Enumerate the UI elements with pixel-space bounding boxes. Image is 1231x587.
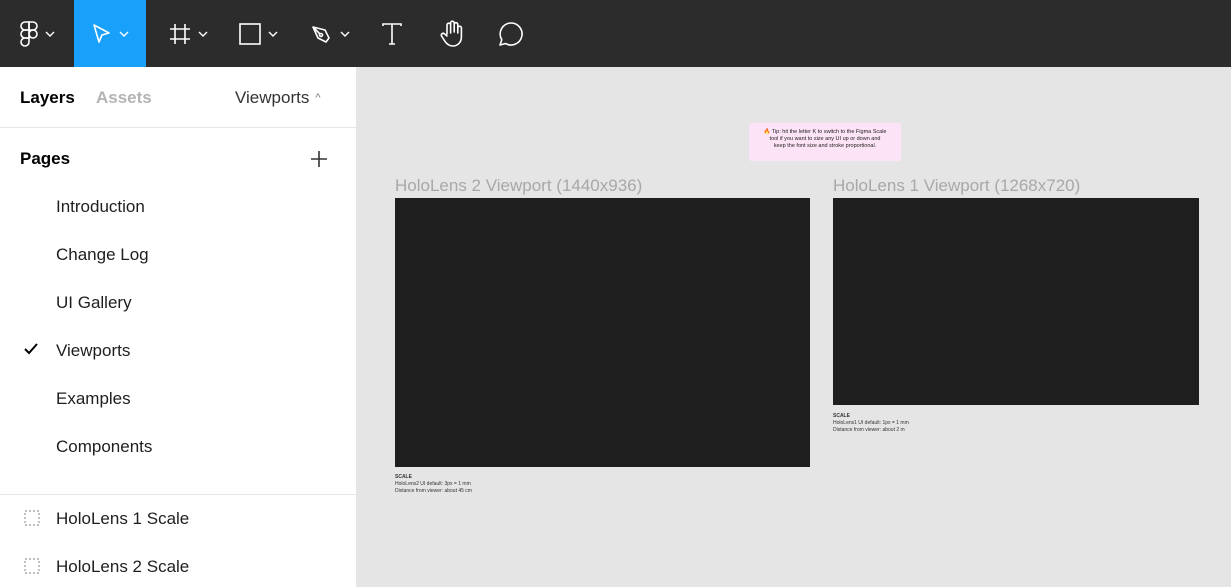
frame-title-hololens-2[interactable]: HoloLens 2 Viewport (1440x936) [395,176,642,196]
sidebar-tabs: Layers Assets Viewports ^ [0,67,356,128]
tip-sticky-note[interactable]: 🔥 Tip: hit the letter K to switch to the… [749,123,901,161]
move-tool-button[interactable] [74,0,146,67]
page-item-label: Introduction [56,197,145,216]
page-item-examples[interactable]: Examples [0,379,356,419]
tip-text-line: 🔥 Tip: hit the letter K to switch to the… [763,129,887,135]
tab-layers[interactable]: Layers [20,88,75,108]
layer-item-hololens-1-scale[interactable]: HoloLens 1 Scale [0,499,356,539]
tip-text-line: keep the font size and stroke proportion… [773,143,877,149]
add-page-button[interactable] [306,146,332,172]
page-item-components[interactable]: Components [0,427,356,467]
scale-heading: SCALE [833,413,850,419]
page-item-change-log[interactable]: Change Log [0,235,356,275]
frame-title-hololens-1[interactable]: HoloLens 1 Viewport (1268x720) [833,176,1080,196]
checkmark-icon [24,343,38,355]
chevron-down-icon [268,31,278,37]
hash-frame-icon [170,23,190,44]
pages-heading: Pages [20,149,71,168]
chevron-down-icon [45,31,55,37]
page-item-label: UI Gallery [56,293,132,312]
page-item-viewports[interactable]: Viewports [0,331,356,371]
plus-icon [311,151,327,167]
frame-tool-button[interactable] [158,0,218,67]
frame-hololens-1-viewport[interactable] [833,198,1199,405]
scale-line: HoloLens1 UI default: 1px = 1 mm [833,420,909,426]
comment-tool-button[interactable] [490,0,532,67]
chevron-down-icon [198,31,208,37]
figma-logo-icon [20,20,38,47]
scale-line: Distance from viewer: about 2 m [833,427,905,433]
scale-note-hololens-2: SCALE HoloLens2 UI default: 3px = 1 mm D… [395,474,472,495]
dashed-frame-icon [24,558,40,574]
toolbar [0,0,1231,67]
layer-item-label: HoloLens 2 Scale [56,557,190,576]
speech-bubble-icon [499,21,523,46]
page-item-label: Change Log [56,245,149,264]
scale-line: Distance from viewer: about 45 cm [395,488,472,494]
layer-item-hololens-2-scale[interactable]: HoloLens 2 Scale [0,547,356,587]
page-item-introduction[interactable]: Introduction [0,187,356,227]
text-tool-button[interactable] [372,0,412,67]
dashed-frame-icon [24,510,40,526]
page-item-label: Viewports [56,341,131,360]
pen-tool-button[interactable] [300,0,360,67]
chevron-down-icon [340,31,350,37]
main-menu-button[interactable] [0,0,74,67]
scale-line: HoloLens2 UI default: 3px = 1 mm [395,481,471,487]
hand-tool-button[interactable] [430,0,474,67]
chevron-up-icon: ^ [315,92,321,104]
pen-icon [312,25,330,43]
rectangle-icon [239,22,261,45]
frame-hololens-2-viewport[interactable] [395,198,810,467]
page-item-label: Components [56,437,153,456]
shape-tool-button[interactable] [228,0,288,67]
sidebar-divider [0,494,356,495]
layer-item-label: HoloLens 1 Scale [56,509,190,528]
hand-icon [440,19,463,47]
text-t-icon [382,22,402,45]
tip-text-line: tool if you want to size any UI up or do… [769,136,881,142]
left-sidebar: Layers Assets Viewports ^ Pages Introduct… [0,67,357,587]
design-canvas[interactable]: 🔥 Tip: hit the letter K to switch to the… [358,67,1231,587]
page-item-label: Examples [56,389,131,408]
chevron-down-icon [119,31,129,37]
scale-note-hololens-1: SCALE HoloLens1 UI default: 1px = 1 mm D… [833,413,909,434]
scale-heading: SCALE [395,474,412,480]
page-dropdown-toggle[interactable]: Viewports ^ [235,88,321,108]
cursor-arrow-icon [93,23,110,43]
page-item-ui-gallery[interactable]: UI Gallery [0,283,356,323]
tab-assets[interactable]: Assets [96,88,152,108]
current-page-label: Viewports [235,88,310,107]
